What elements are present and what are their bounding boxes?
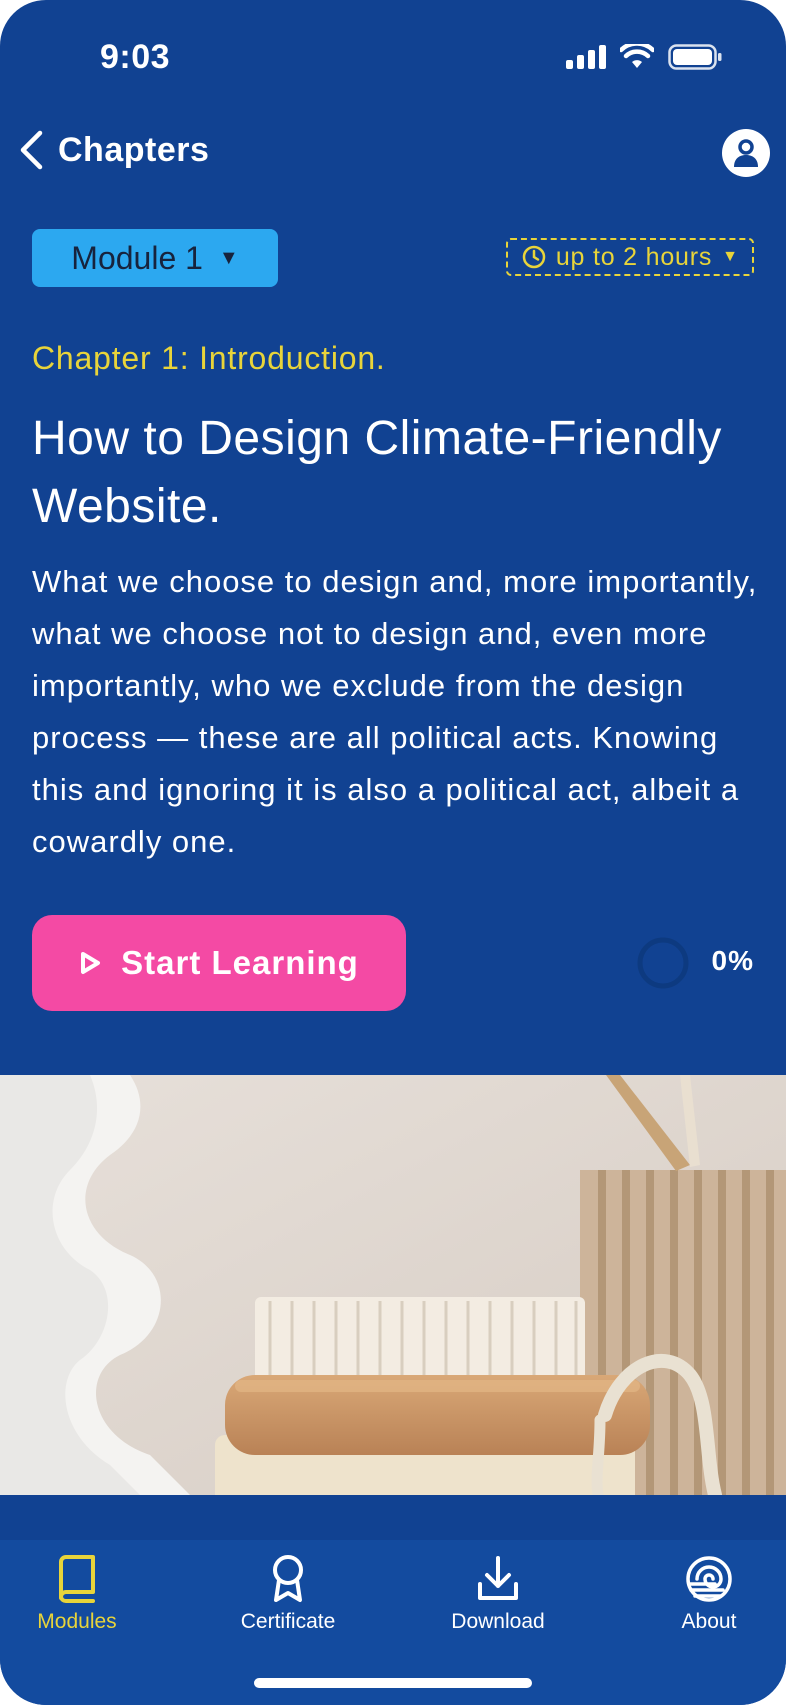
tab-label: About bbox=[681, 1610, 737, 1633]
progress-percent: 0% bbox=[711, 945, 754, 976]
progress-ring bbox=[637, 937, 689, 989]
tab-certificate[interactable]: Certificate bbox=[213, 1554, 363, 1634]
module-selector[interactable]: Module 1 ▼ bbox=[32, 229, 278, 287]
caret-down-icon: ▼ bbox=[722, 248, 738, 265]
clock-icon bbox=[522, 245, 546, 269]
duration-selector[interactable]: up to 2 hours ▼ bbox=[505, 238, 754, 276]
module-label: Module 1 bbox=[71, 239, 203, 276]
tab-about[interactable]: About bbox=[634, 1554, 784, 1634]
tab-label: Certificate bbox=[240, 1610, 336, 1633]
tab-label: Download bbox=[451, 1610, 545, 1633]
start-learning-button[interactable]: Start Learning bbox=[32, 915, 406, 1011]
caret-down-icon: ▼ bbox=[218, 246, 239, 269]
chapter-title: How to Design Climate-Friendly Website. bbox=[32, 412, 722, 533]
tab-label: Modules bbox=[37, 1610, 117, 1633]
chapter-description: What we choose to design and, more impor… bbox=[32, 564, 758, 859]
wifi-icon bbox=[620, 44, 654, 68]
app-screen: 9:03 Chapters Module 1 ▼ up to 2 hours ▼… bbox=[0, 0, 786, 1705]
book-icon bbox=[59, 1555, 95, 1603]
play-icon bbox=[81, 952, 101, 974]
chapter-label: Chapter 1: Introduction. bbox=[32, 340, 386, 376]
chapter-image bbox=[0, 1075, 786, 1495]
user-icon bbox=[734, 139, 758, 167]
profile-button[interactable] bbox=[722, 129, 770, 177]
start-learning-label: Start Learning bbox=[121, 944, 359, 981]
tab-modules[interactable]: Modules bbox=[2, 1554, 152, 1634]
status-icons bbox=[566, 44, 722, 70]
battery-icon bbox=[668, 44, 722, 70]
award-icon bbox=[273, 1555, 303, 1602]
tab-download[interactable]: Download bbox=[423, 1554, 573, 1634]
signal-icon bbox=[566, 45, 606, 69]
status-time: 9:03 bbox=[100, 38, 171, 76]
brush-photo bbox=[0, 1075, 786, 1495]
chevron-left-icon bbox=[20, 130, 43, 170]
duration-label: up to 2 hours bbox=[555, 242, 713, 271]
spiral-icon bbox=[686, 1556, 732, 1602]
back-button-label: Chapters bbox=[58, 130, 210, 169]
back-button[interactable]: Chapters bbox=[18, 130, 209, 170]
home-indicator[interactable] bbox=[254, 1678, 532, 1688]
download-icon bbox=[478, 1556, 518, 1600]
